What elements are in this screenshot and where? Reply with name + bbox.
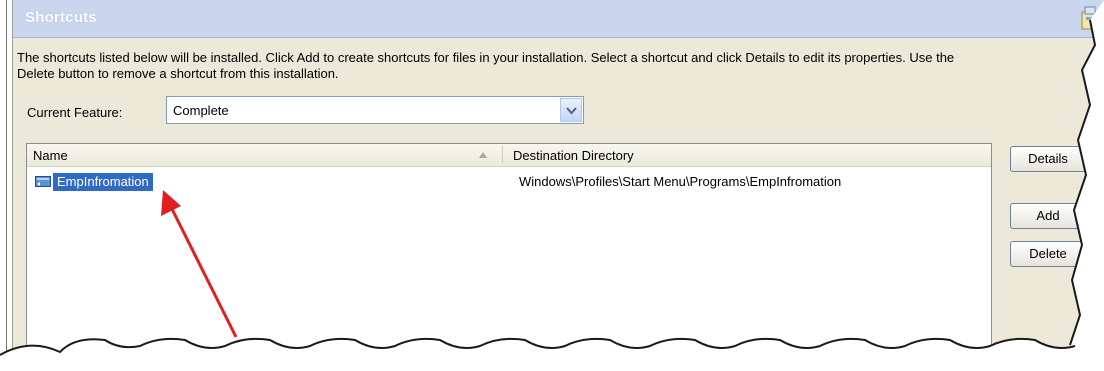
delete-button[interactable]: Delete xyxy=(1010,241,1086,267)
table-header: Name Destination Directory xyxy=(27,144,991,167)
details-button[interactable]: Details xyxy=(1010,146,1086,172)
panel-title: Shortcuts xyxy=(25,9,97,26)
column-header-name[interactable]: Name xyxy=(33,148,68,163)
dropdown-button[interactable] xyxy=(560,98,582,122)
current-feature-value: Complete xyxy=(173,103,229,118)
panel-header: Shortcuts xyxy=(13,0,1104,38)
current-feature-label: Current Feature: xyxy=(27,105,123,120)
current-feature-select[interactable]: Complete xyxy=(166,96,584,124)
shortcut-icon xyxy=(35,176,51,187)
add-button[interactable]: Add xyxy=(1010,203,1086,229)
table-row[interactable]: EmpInfromation Windows\Profiles\Start Me… xyxy=(27,172,991,192)
installer-icon xyxy=(1081,6,1099,30)
instructions-text: The shortcuts listed below will be insta… xyxy=(17,50,955,81)
destination-cell: Windows\Profiles\Start Menu\Programs\Emp… xyxy=(519,174,842,189)
screenshot-frame: Shortcuts The shortcuts listed below wil… xyxy=(0,0,1104,371)
chevron-down-icon xyxy=(566,107,577,115)
column-divider[interactable] xyxy=(502,146,503,163)
shortcut-name-cell[interactable]: EmpInfromation xyxy=(53,173,153,191)
column-header-destination[interactable]: Destination Directory xyxy=(513,148,634,163)
shortcuts-table: Name Destination Directory EmpInfromatio… xyxy=(26,143,992,371)
sort-ascending-icon xyxy=(479,152,487,158)
